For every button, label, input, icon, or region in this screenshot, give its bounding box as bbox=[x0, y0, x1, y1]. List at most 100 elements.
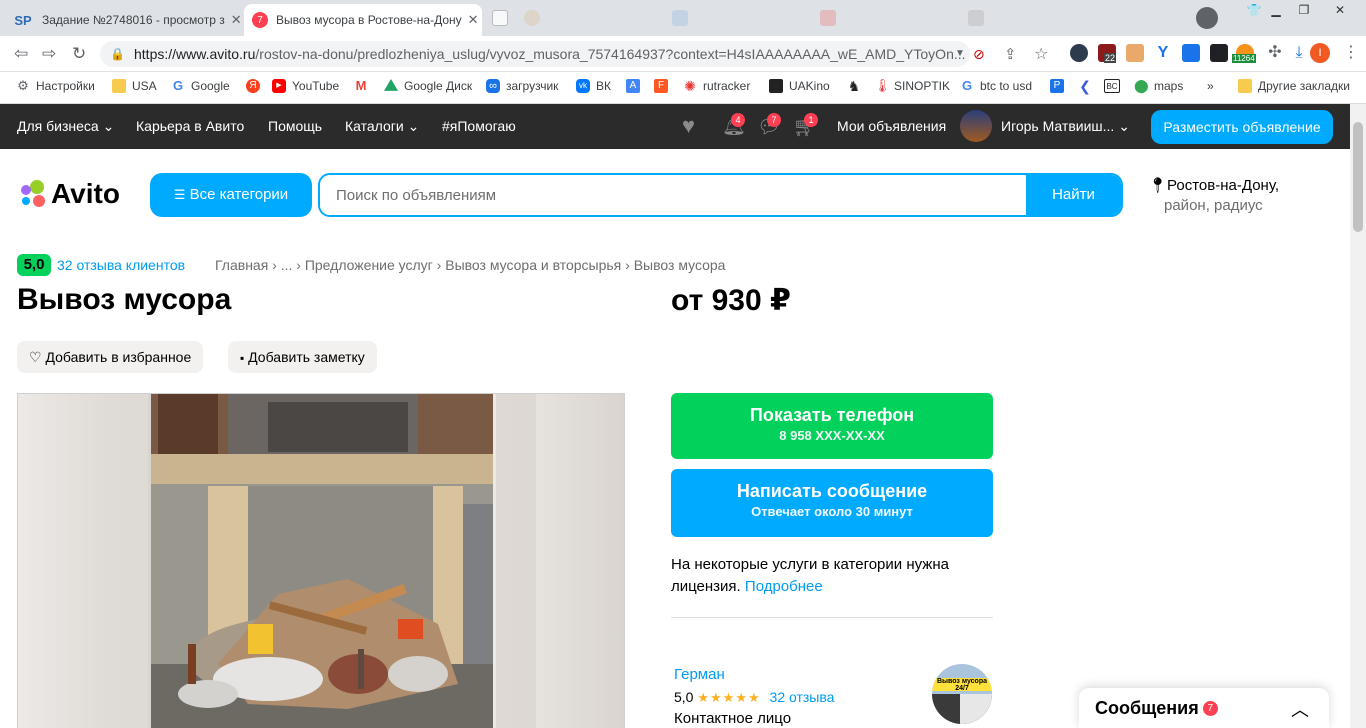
nav-career[interactable]: Карьера в Авито bbox=[136, 118, 244, 134]
extension-btc-icon[interactable]: 11264 bbox=[1232, 44, 1256, 63]
tab-close-icon[interactable]: ✕ bbox=[462, 12, 479, 28]
browser-menu-icon[interactable]: ⋮ bbox=[1342, 44, 1360, 62]
tab-search-icon[interactable] bbox=[1196, 7, 1218, 29]
bookmark-label: Другие закладки bbox=[1258, 79, 1350, 93]
bookmark-item[interactable]: BC bbox=[1104, 79, 1126, 93]
bookmark-item[interactable]: ▶ YouTube bbox=[272, 79, 339, 93]
scrollbar-thumb[interactable] bbox=[1353, 122, 1363, 232]
license-more-link[interactable]: Подробнее bbox=[745, 578, 823, 595]
minimize-icon[interactable]: ▁ bbox=[1262, 0, 1290, 20]
forward-icon[interactable]: ⇨ bbox=[42, 44, 56, 64]
place-ad-button[interactable]: Разместить объявление bbox=[1151, 110, 1333, 144]
search-input[interactable] bbox=[320, 175, 1030, 215]
add-favorite-button[interactable]: ♡ Добавить в избранное bbox=[17, 341, 204, 373]
notifications-badge: 4 bbox=[731, 113, 745, 127]
bookmark-item[interactable]: F bbox=[654, 79, 674, 93]
seller-name[interactable]: Герман bbox=[674, 666, 725, 683]
bookmark-item[interactable]: UAKino bbox=[769, 79, 830, 93]
extension-globe-icon[interactable] bbox=[1070, 44, 1088, 62]
bookmark-item[interactable]: ✺ rutracker bbox=[683, 79, 750, 93]
background-tab-icon[interactable] bbox=[968, 10, 984, 26]
bookmark-item[interactable]: ∞ загрузчик bbox=[486, 79, 558, 93]
show-phone-button[interactable]: Показать телефон 8 958 XXX-XX-XX bbox=[671, 393, 993, 459]
bookmark-item[interactable]: ⚙ Настройки bbox=[16, 79, 95, 94]
film-icon bbox=[769, 79, 783, 93]
blocked-icon[interactable]: ⊘ bbox=[973, 46, 985, 63]
add-note-label: Добавить заметку bbox=[248, 349, 365, 365]
extension-face-icon[interactable] bbox=[1126, 44, 1144, 62]
bookmark-item[interactable]: ♞ bbox=[847, 79, 867, 93]
url-bar[interactable]: 🔒 https://www.avito.ru/rostov-na-donu/pr… bbox=[100, 41, 970, 67]
user-avatar[interactable] bbox=[960, 110, 992, 142]
folder-icon bbox=[112, 79, 126, 93]
reviews-link[interactable]: 32 отзыва клиентов bbox=[57, 257, 185, 273]
tab-close-icon[interactable]: ✕ bbox=[225, 12, 242, 28]
user-menu[interactable]: Игорь Матвииш... ⌄ bbox=[1001, 118, 1130, 135]
background-tab-icon[interactable] bbox=[672, 10, 688, 26]
favorites-heart-icon[interactable]: ♥ bbox=[682, 113, 695, 139]
chevron-up-icon[interactable]: ︿ bbox=[1291, 696, 1309, 722]
bookmark-item[interactable]: A bbox=[626, 79, 646, 93]
bookmark-item[interactable]: Google Диск bbox=[384, 79, 472, 93]
seller-reviews-link[interactable]: 32 отзыва bbox=[770, 689, 835, 705]
extension-v-icon[interactable]: Y bbox=[1154, 44, 1172, 62]
bookmark-item[interactable]: ❮ bbox=[1078, 79, 1098, 93]
nav-label: Для бизнеса bbox=[17, 118, 99, 134]
bookmark-item[interactable]: P bbox=[1050, 79, 1070, 93]
extension-22-icon[interactable]: 22 bbox=[1098, 44, 1117, 63]
nav-my-ads[interactable]: Мои объявления bbox=[837, 118, 946, 134]
bookmark-item[interactable]: M bbox=[354, 79, 374, 93]
bookmark-star-icon[interactable]: ☆ bbox=[1034, 44, 1048, 64]
bookmark-item[interactable]: vk ВК bbox=[576, 79, 611, 93]
nav-help[interactable]: Помощь bbox=[268, 118, 322, 134]
write-message-button[interactable]: Написать сообщение Отвечает около 30 мин… bbox=[671, 469, 993, 537]
rating-badge: 5,0 bbox=[17, 254, 51, 276]
bookmark-item[interactable]: 🌡 SINOPTIK bbox=[874, 79, 950, 94]
messages-badge: 7 bbox=[767, 113, 781, 127]
extension-terminal-icon[interactable] bbox=[1210, 44, 1228, 62]
all-categories-button[interactable]: ☰ Все категории bbox=[150, 173, 312, 217]
browser-tab[interactable]: SP Задание №2748016 - просмотр з ✕ bbox=[4, 4, 242, 36]
back-icon[interactable]: ⇦ bbox=[14, 44, 28, 64]
user-name: Игорь Матвииш... bbox=[1001, 118, 1115, 134]
extension-download-icon[interactable] bbox=[1182, 44, 1200, 62]
breadcrumb[interactable]: Главная › ... › Предложение услуг › Выво… bbox=[215, 257, 725, 273]
license-notice: На некоторые услуги в категории нужна ли… bbox=[671, 554, 991, 598]
extensions-puzzle-icon[interactable]: ✣ bbox=[1266, 44, 1284, 62]
background-tab-icon[interactable] bbox=[524, 10, 540, 26]
seller-avatar-label: Вывоз мусора 24/7 bbox=[932, 678, 992, 692]
messenger-widget[interactable]: Сообщения 7 ︿ bbox=[1079, 688, 1329, 728]
seller-avatar[interactable]: Вывоз мусора 24/7 bbox=[932, 664, 992, 724]
share-icon[interactable]: ⇪ bbox=[1004, 45, 1017, 63]
restore-icon[interactable]: ❐ bbox=[1290, 0, 1318, 20]
nav-for-business[interactable]: Для бизнеса ⌄ bbox=[17, 118, 114, 135]
maps-icon: ⬤ bbox=[1134, 78, 1149, 93]
close-window-icon[interactable]: ✕ bbox=[1318, 0, 1362, 20]
tab-title: Вывоз мусора в Ростове-на-Дону bbox=[276, 13, 462, 27]
add-note-button[interactable]: ▪ Добавить заметку bbox=[228, 341, 377, 373]
photo-gallery[interactable] bbox=[17, 393, 625, 728]
avito-logo[interactable]: Avito bbox=[17, 178, 120, 210]
background-tab-icon[interactable] bbox=[820, 10, 836, 26]
bookmark-item[interactable]: G Google bbox=[171, 79, 230, 94]
bookmark-item[interactable]: USA bbox=[112, 79, 157, 93]
bookmark-item[interactable]: Я bbox=[246, 79, 266, 93]
url-dropdown-icon[interactable]: ▼ bbox=[955, 48, 965, 59]
seller-avatar-photo bbox=[960, 694, 992, 724]
nav-catalogs[interactable]: Каталоги ⌄ bbox=[345, 118, 419, 135]
bookmark-item[interactable]: Gbtc to usd bbox=[960, 79, 1032, 94]
profile-avatar[interactable]: I bbox=[1310, 43, 1330, 63]
bookmark-item[interactable]: ⬤ maps bbox=[1134, 78, 1183, 94]
messenger-label: Сообщения bbox=[1095, 698, 1199, 718]
location-selector[interactable]: 📍︎Ростов-на-Дону, район, радиус bbox=[1148, 176, 1279, 216]
tab-title: Задание №2748016 - просмотр з bbox=[42, 13, 225, 27]
browser-tab-active[interactable]: 7 Вывоз мусора в Ростове-на-Дону ✕ bbox=[244, 4, 482, 36]
reload-icon[interactable]: ↻ bbox=[72, 44, 86, 64]
bookmarks-overflow[interactable]: » bbox=[1207, 79, 1214, 93]
other-bookmarks[interactable]: Другие закладки bbox=[1238, 79, 1350, 93]
divider bbox=[671, 617, 993, 618]
nav-help-tag[interactable]: #яПомогаю bbox=[442, 118, 516, 134]
downloads-icon[interactable]: ⤓ bbox=[1290, 44, 1308, 62]
new-tab-icon[interactable] bbox=[492, 10, 508, 26]
search-button[interactable]: Найти bbox=[1026, 175, 1121, 215]
